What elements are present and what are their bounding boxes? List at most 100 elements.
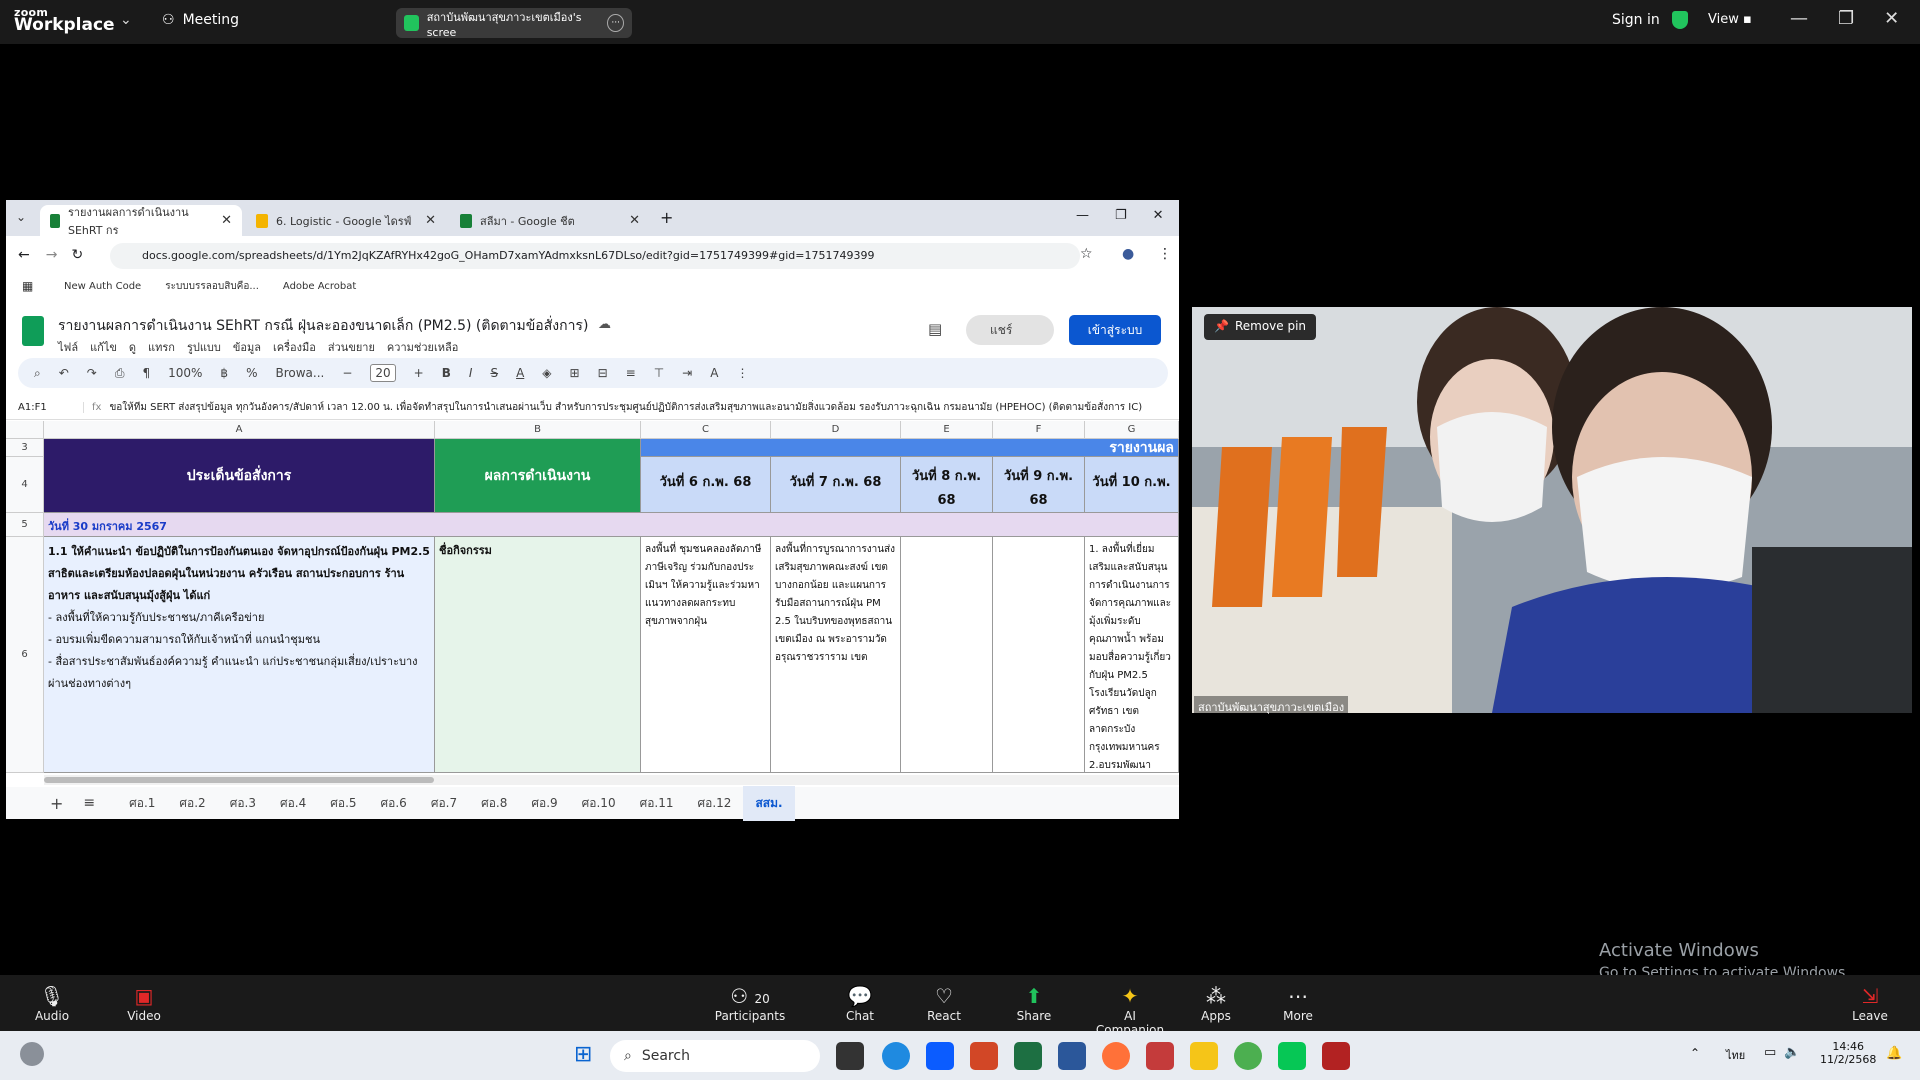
app-icon[interactable] (1146, 1042, 1174, 1070)
browser-tab-sheet[interactable]: สลีมา - Google ชีต ✕ (450, 205, 650, 236)
date-header[interactable]: วันที่ 8 ก.พ. 68 (901, 457, 993, 513)
bold-icon[interactable]: B (442, 366, 451, 380)
tray-chevron-icon[interactable]: ⌃ (1690, 1046, 1700, 1060)
date-header[interactable]: วันที่ 9 ก.พ. 68 (993, 457, 1085, 513)
print-icon[interactable]: ⎙ (115, 366, 125, 381)
widgets-icon[interactable] (20, 1042, 44, 1066)
share-button[interactable]: ⬆ Share (994, 983, 1074, 1023)
bookmark-item[interactable]: ระบบบรรลอบสิบคือ... (165, 279, 259, 294)
browser-tab-drive[interactable]: 6. Logistic - Google ไดรฟ์ ✕ (246, 205, 446, 236)
bookmark-item[interactable]: New Auth Code (64, 281, 141, 292)
sheet-tab[interactable]: ศอ.12 (686, 794, 744, 813)
more-options-icon[interactable]: ··· (607, 14, 624, 32)
col-header[interactable]: G (1085, 421, 1179, 439)
report-header[interactable]: รายงานผล (641, 439, 1179, 457)
meeting-button[interactable]: ⚇ Meeting (162, 12, 239, 28)
borders-icon[interactable]: ⊞ (570, 366, 580, 380)
close-tab-icon[interactable]: ✕ (221, 213, 232, 228)
col-header[interactable]: E (901, 421, 993, 439)
percent-icon[interactable]: % (246, 366, 257, 380)
leave-button[interactable]: ⇲ Leave (1830, 983, 1910, 1023)
firefox-icon[interactable] (1102, 1042, 1130, 1070)
participants-button[interactable]: ⚇ 20 Participants (710, 983, 790, 1023)
close-tab-icon[interactable]: ✕ (629, 213, 640, 228)
row-header[interactable]: 5 (6, 513, 44, 537)
col-header[interactable]: A (44, 421, 435, 439)
zoom-select[interactable]: 100% (168, 366, 202, 380)
row-header[interactable]: 6 (6, 537, 44, 773)
more-icon[interactable]: ⋮ (736, 366, 748, 380)
bookmark-item[interactable]: Adobe Acrobat (283, 281, 356, 292)
apps-button[interactable]: ⁂ Apps (1176, 983, 1256, 1023)
video-button[interactable]: ▣ Video (104, 983, 184, 1023)
cell-c6[interactable]: ลงพื้นที่ ชุมชนคลองลัดภาษี ภาษีเจริญ ร่ว… (641, 537, 771, 773)
cell-g6[interactable]: 1. ลงพื้นที่เยี่ยมเสริมและสนับสนุนการดำเ… (1085, 537, 1179, 773)
scrollbar-thumb[interactable] (44, 777, 434, 783)
all-sheets-icon[interactable]: ≡ (83, 795, 95, 811)
cell-d6[interactable]: ลงพื้นที่การบูรณาการงานส่งเสริมสุขภาพคณะ… (771, 537, 901, 773)
col-header[interactable]: B (435, 421, 641, 439)
sheet-tab[interactable]: ศอ.2 (167, 794, 217, 813)
audio-button[interactable]: 🎙 Audio (12, 983, 92, 1023)
powerpoint-icon[interactable] (970, 1042, 998, 1070)
add-sheet-icon[interactable]: + (50, 794, 63, 813)
participant-video[interactable] (1192, 307, 1912, 713)
document-title[interactable]: รายงานผลการดำเนินงาน SEhRT กรณี ฝุ่นละออ… (58, 315, 588, 337)
restore-icon[interactable]: ❐ (1115, 208, 1127, 223)
sheet-tab[interactable]: ศอ.9 (519, 794, 569, 813)
profile-icon[interactable]: ● (1122, 246, 1134, 262)
font-select[interactable]: Browa... (275, 366, 324, 380)
cell-e6[interactable] (901, 537, 993, 773)
font-size-minus-icon[interactable]: − (342, 366, 352, 380)
sheet-tab[interactable]: ศอ.11 (628, 794, 686, 813)
tab-search-icon[interactable]: ⌄ (16, 210, 26, 224)
menu-help[interactable]: ความช่วยเหลือ (387, 338, 458, 356)
chevron-down-icon[interactable]: ⌄ (120, 12, 132, 28)
chat-button[interactable]: 💬 Chat (820, 983, 900, 1023)
menu-insert[interactable]: แทรก (148, 338, 175, 356)
currency-icon[interactable]: ฿ (220, 366, 228, 380)
paint-format-icon[interactable]: ¶ (142, 366, 150, 380)
font-size-plus-icon[interactable]: + (414, 366, 424, 380)
undo-icon[interactable]: ↶ (59, 366, 69, 380)
task-view-icon[interactable] (836, 1042, 864, 1070)
menu-file[interactable]: ไฟล์ (58, 338, 78, 356)
comments-icon[interactable]: ▤ (928, 320, 942, 338)
corner-header[interactable] (6, 421, 44, 439)
taskbar-search[interactable]: ⌕ Search (610, 1040, 820, 1072)
horizontal-scrollbar[interactable] (44, 775, 1179, 785)
row5-date[interactable]: วันที่ 30 มกราคม 2567 (44, 513, 1179, 537)
speaker-icon[interactable]: 🔈 (1784, 1045, 1800, 1060)
windows-start-icon[interactable]: ⊞ (574, 1042, 592, 1067)
network-icon[interactable]: ▭ (1764, 1045, 1776, 1060)
react-button[interactable]: ♡ React (904, 983, 984, 1023)
valign-icon[interactable]: ⊤ (654, 366, 664, 380)
sheet-tab[interactable]: ศอ.4 (268, 794, 318, 813)
formula-input[interactable]: ขอให้ทีม SERT ส่งสรุปข้อมูล ทุกวันอังคาร… (109, 400, 1142, 415)
wrap-icon[interactable]: ⇥ (682, 366, 692, 380)
menu-extensions[interactable]: ส่วนขยาย (328, 338, 375, 356)
merge-cells-icon[interactable]: ⊟ (598, 366, 608, 380)
date-header[interactable]: วันที่ 10 ก.พ. (1085, 457, 1179, 513)
new-tab-icon[interactable]: + (660, 208, 673, 227)
remove-pin-button[interactable]: 📌 Remove pin (1204, 314, 1317, 340)
italic-icon[interactable]: I (469, 366, 473, 380)
cell-a6[interactable]: 1.1 ให้คำแนะนำ ข้อปฏิบัติในการป้องกันตนเ… (44, 537, 435, 773)
excel-icon[interactable] (1014, 1042, 1042, 1070)
sheet-tab-active[interactable]: สสม. (743, 785, 795, 821)
menu-format[interactable]: รูปแบบ (187, 338, 221, 356)
bookmark-star-icon[interactable]: ☆ (1080, 246, 1093, 262)
sheet-tab[interactable]: ศอ.5 (318, 794, 368, 813)
col-header[interactable]: F (993, 421, 1085, 439)
chrome-icon[interactable] (1234, 1042, 1262, 1070)
header-issue[interactable]: ประเด็นข้อสั่งการ (44, 439, 435, 513)
spreadsheet-grid[interactable]: A B C D E F G 3 4 5 6 ประเด็นข้อสั่งการ … (6, 421, 1179, 773)
minimize-icon[interactable]: — (1790, 8, 1808, 29)
menu-edit[interactable]: แก้ไข (90, 338, 117, 356)
notification-bell-icon[interactable]: 🔔 (1886, 1046, 1902, 1061)
col-header[interactable]: C (641, 421, 771, 439)
name-box[interactable]: A1:F1 (6, 402, 84, 413)
header-result[interactable]: ผลการดำเนินงาน (435, 439, 641, 513)
fill-color-icon[interactable]: ◈ (542, 366, 551, 380)
menu-data[interactable]: ข้อมูล (233, 338, 261, 356)
